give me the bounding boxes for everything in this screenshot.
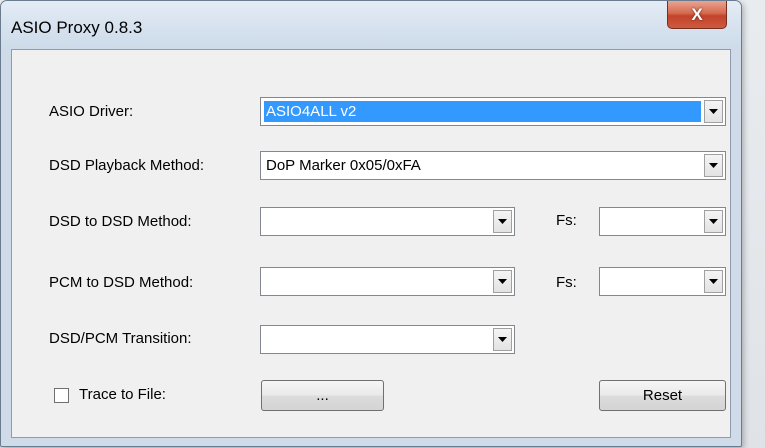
asio-proxy-dialog: ASIO Proxy 0.8.3 X ASIO Driver: ASIO4ALL… <box>0 0 742 447</box>
pcm-to-dsd-label: PCM to DSD Method: <box>49 274 194 291</box>
reset-button[interactable]: Reset <box>599 380 726 411</box>
transition-label: DSD/PCM Transition: <box>49 330 192 347</box>
reset-button-label: Reset <box>642 387 683 404</box>
dsd-to-dsd-dropdown[interactable] <box>260 207 515 236</box>
transition-value <box>264 329 490 350</box>
chevron-down-icon[interactable] <box>704 154 723 177</box>
close-icon: X <box>691 4 703 24</box>
dsd-to-dsd-fs-label: Fs: <box>556 212 577 229</box>
chevron-down-icon[interactable] <box>704 270 723 293</box>
window-title: ASIO Proxy 0.8.3 <box>11 18 143 37</box>
dsd-to-dsd-fs-dropdown[interactable] <box>599 207 726 236</box>
asio-driver-dropdown[interactable]: ASIO4ALL v2 <box>260 97 726 126</box>
pcm-to-dsd-fs-value <box>603 271 701 292</box>
trace-checkbox[interactable] <box>54 388 69 403</box>
dsd-to-dsd-fs-value <box>603 211 701 232</box>
dsd-to-dsd-value <box>264 211 490 232</box>
dsd-playback-value: DoP Marker 0x05/0xFA <box>266 157 421 174</box>
dsd-to-dsd-label: DSD to DSD Method: <box>49 213 192 230</box>
chevron-down-icon[interactable] <box>704 210 723 233</box>
browse-button-label: ... <box>316 387 329 404</box>
asio-driver-label: ASIO Driver: <box>49 103 134 120</box>
pcm-to-dsd-dropdown[interactable] <box>260 267 515 296</box>
title-bar[interactable]: ASIO Proxy 0.8.3 X <box>1 1 741 49</box>
trace-label: Trace to File: <box>79 386 166 403</box>
chevron-down-icon[interactable] <box>493 270 512 293</box>
pcm-to-dsd-fs-dropdown[interactable] <box>599 267 726 296</box>
chevron-down-icon[interactable] <box>704 100 723 123</box>
close-button[interactable]: X <box>667 1 727 29</box>
dialog-body: ASIO Driver: ASIO4ALL v2 DSD Playback Me… <box>11 49 731 438</box>
browse-button[interactable]: ... <box>261 380 384 411</box>
dsd-playback-label: DSD Playback Method: <box>49 157 205 174</box>
chevron-down-icon[interactable] <box>493 210 512 233</box>
pcm-to-dsd-value <box>264 271 490 292</box>
transition-dropdown[interactable] <box>260 325 515 354</box>
asio-driver-value: ASIO4ALL v2 <box>264 101 701 122</box>
chevron-down-icon[interactable] <box>493 328 512 351</box>
pcm-to-dsd-fs-label: Fs: <box>556 274 577 291</box>
dsd-playback-dropdown[interactable]: DoP Marker 0x05/0xFA <box>260 151 726 180</box>
